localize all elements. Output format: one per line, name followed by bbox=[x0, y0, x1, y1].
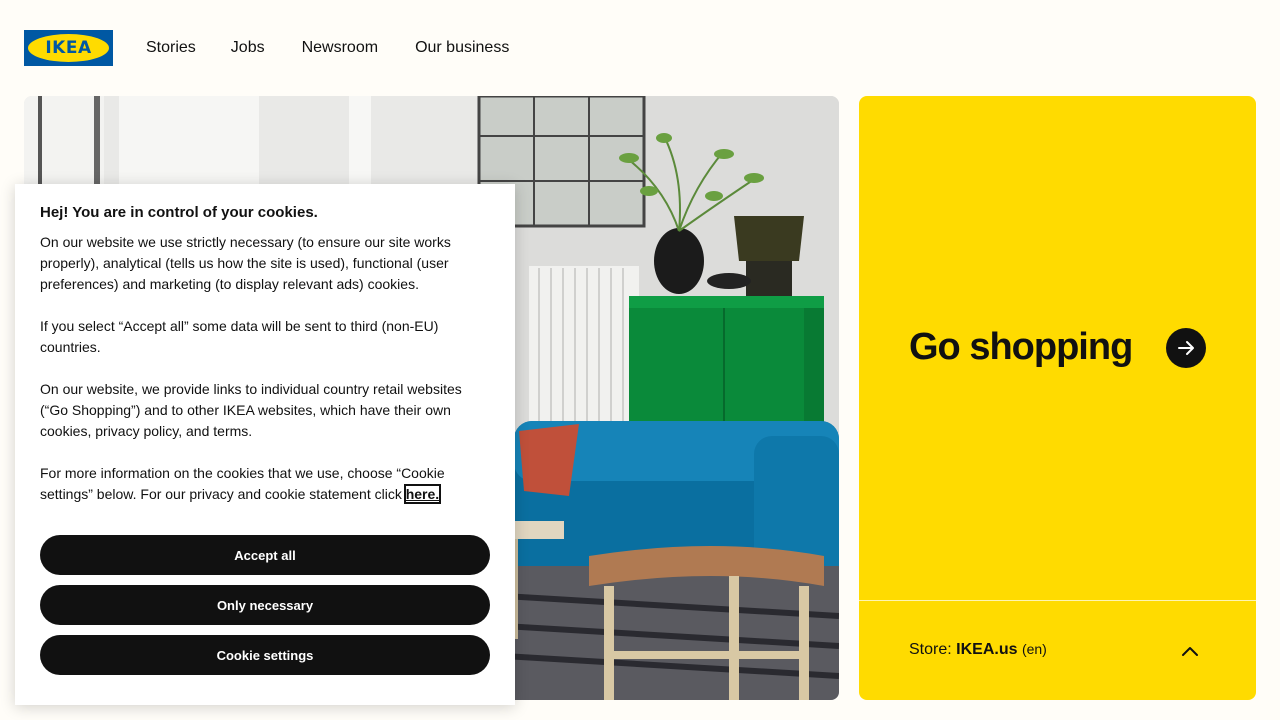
main-nav: Stories Jobs Newsroom Our business bbox=[146, 38, 509, 58]
store-selector[interactable]: Store: IKEA.us (en) bbox=[909, 641, 1047, 659]
shop-divider bbox=[859, 600, 1256, 601]
accept-all-button[interactable]: Accept all bbox=[40, 535, 490, 575]
cookie-paragraph-1: On our website we use strictly necessary… bbox=[40, 234, 451, 292]
cookie-paragraph-3: On our website, we provide links to indi… bbox=[40, 381, 462, 439]
cookie-paragraph-4: For more information on the cookies that… bbox=[40, 463, 490, 505]
chevron-up-icon[interactable] bbox=[1179, 641, 1201, 661]
cookie-title: Hej! You are in control of your cookies. bbox=[40, 204, 318, 221]
logo-oval: IKEA bbox=[28, 34, 109, 62]
store-lang: (en) bbox=[1021, 641, 1047, 657]
nav-jobs[interactable]: Jobs bbox=[231, 38, 265, 58]
nav-newsroom[interactable]: Newsroom bbox=[302, 38, 378, 58]
cookie-consent-dialog: Hej! You are in control of your cookies.… bbox=[15, 184, 515, 705]
only-necessary-button[interactable]: Only necessary bbox=[40, 585, 490, 625]
nav-our-business[interactable]: Our business bbox=[415, 38, 509, 58]
logo-text: IKEA bbox=[45, 38, 92, 58]
cookie-paragraph-4-text: For more information on the cookies that… bbox=[40, 465, 445, 502]
arrow-right-icon[interactable] bbox=[1166, 328, 1206, 368]
ikea-logo[interactable]: IKEA bbox=[24, 30, 113, 66]
cookie-paragraph-2: If you select “Accept all” some data wil… bbox=[40, 318, 439, 355]
store-label: Store: bbox=[909, 641, 952, 658]
nav-stories[interactable]: Stories bbox=[146, 38, 196, 58]
store-name: IKEA.us bbox=[956, 641, 1018, 658]
cookie-buttons: Accept all Only necessary Cookie setting… bbox=[40, 535, 490, 685]
go-shopping-title[interactable]: Go shopping bbox=[909, 326, 1133, 369]
cookie-settings-button[interactable]: Cookie settings bbox=[40, 635, 490, 675]
privacy-link[interactable]: here. bbox=[403, 484, 442, 504]
site-header: IKEA Stories Jobs Newsroom Our business bbox=[0, 0, 1280, 96]
go-shopping-card[interactable]: Go shopping Store: IKEA.us (en) bbox=[859, 96, 1256, 700]
